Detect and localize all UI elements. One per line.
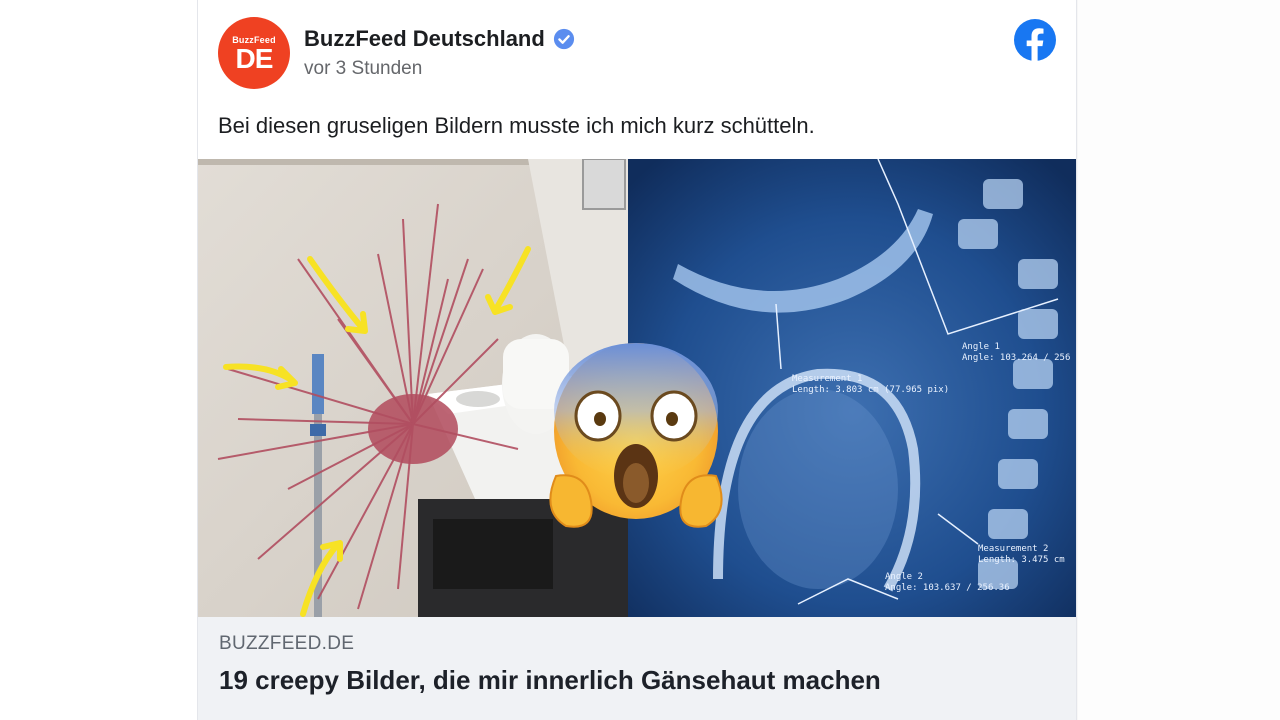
page-avatar[interactable]: BuzzFeed DE — [218, 17, 290, 89]
link-title[interactable]: 19 creepy Bilder, die mir innerlich Gäns… — [219, 665, 881, 696]
post-timestamp[interactable]: vor 3 Stunden — [304, 57, 422, 81]
measurement-2-label: Measurement 2 — [978, 544, 1048, 554]
post-image[interactable]: Measurement 1 Length: 3.803 cm (77.965 p… — [198, 159, 1076, 617]
post-header: BuzzFeed DE BuzzFeed Deutschland vor 3 S… — [218, 17, 1058, 89]
link-preview[interactable]: BUZZFEED.DE 19 creepy Bilder, die mir in… — [198, 617, 1076, 720]
screaming-face-emoji-icon — [549, 343, 723, 528]
link-domain: BUZZFEED.DE — [219, 633, 355, 654]
angle-2-value: Angle: 103.637 / 256.36 — [885, 583, 1010, 593]
angle-1-value: Angle: 103.264 / 256 — [962, 353, 1070, 363]
verified-badge-icon — [553, 28, 574, 50]
angle-2-title: Angle 2 — [885, 572, 923, 582]
page: BuzzFeed DE BuzzFeed Deutschland vor 3 S… — [0, 0, 1280, 720]
length-2-label: Length: 3.475 cm — [978, 555, 1065, 565]
avatar-big-text: DE — [235, 43, 274, 74]
right-margin — [1078, 0, 1280, 720]
facebook-post-card: BuzzFeed DE BuzzFeed Deutschland vor 3 S… — [197, 0, 1077, 720]
length-1-label: Length: 3.803 cm (77.965 pix) — [792, 385, 949, 395]
angle-1-title: Angle 1 — [962, 342, 1000, 352]
measurement-1-label: Measurement 1 — [792, 374, 862, 384]
post-text: Bei diesen gruseligen Bildern musste ich… — [218, 113, 815, 138]
left-margin — [0, 0, 197, 720]
page-name[interactable]: BuzzFeed Deutschland — [304, 25, 545, 53]
facebook-logo-icon[interactable] — [1014, 19, 1056, 61]
page-name-row: BuzzFeed Deutschland — [304, 25, 575, 53]
